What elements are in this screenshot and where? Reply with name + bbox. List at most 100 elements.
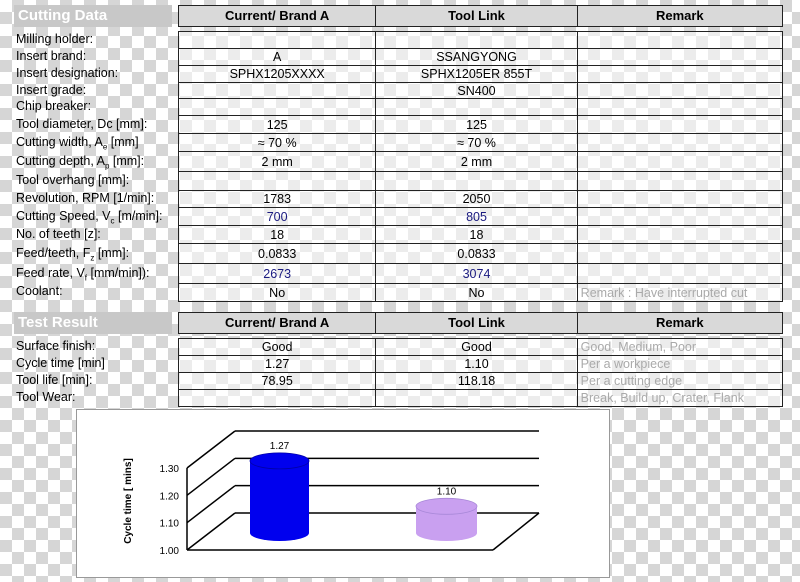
test-header: Current/ Brand A Tool Link Remark bbox=[178, 312, 783, 334]
table-row: 700 805 bbox=[179, 208, 782, 226]
tool-link-value-cell: SN400 bbox=[376, 83, 578, 98]
current-value-cell bbox=[179, 390, 377, 406]
y-tick-label: 1.00 bbox=[160, 546, 180, 557]
remark-cell bbox=[578, 32, 782, 48]
remark-cell bbox=[578, 172, 782, 190]
current-value-cell: 700 bbox=[179, 208, 377, 225]
table-row: ≈ 70 % ≈ 70 % bbox=[179, 134, 782, 152]
tool-link-value-cell: 805 bbox=[376, 208, 578, 225]
row-label: Tool Wear: bbox=[16, 390, 76, 404]
row-label: Insert designation: bbox=[16, 66, 118, 80]
tool-link-value-cell: No bbox=[376, 284, 578, 301]
table-row: Break, Build up, Crater, Flank bbox=[179, 390, 782, 406]
current-value-cell: 18 bbox=[179, 226, 377, 243]
tool-link-value-cell bbox=[376, 390, 578, 406]
col-remark: Remark bbox=[655, 315, 704, 330]
current-value-cell bbox=[179, 99, 377, 115]
table-row: 2 mm 2 mm bbox=[179, 152, 782, 172]
current-value-cell: 0.0833 bbox=[179, 244, 377, 263]
current-value-cell: 2 mm bbox=[179, 152, 377, 171]
row-label: Tool life [min]: bbox=[16, 373, 92, 387]
table-row: Good Good Good, Medium, Poor bbox=[179, 339, 782, 356]
table-row: 125 125 bbox=[179, 116, 782, 134]
table-row bbox=[179, 172, 782, 191]
remark-cell bbox=[578, 83, 782, 98]
table-row: No No Remark : Have interrupted cut bbox=[179, 284, 782, 301]
row-label: Revolution, RPM [1/min]: bbox=[16, 191, 154, 205]
remark-cell bbox=[578, 244, 782, 263]
table-row: A SSANGYONG bbox=[179, 49, 782, 66]
label-text: Feed rate, V bbox=[16, 265, 85, 280]
label-text: Tool Wear: bbox=[16, 389, 76, 404]
current-value-cell: No bbox=[179, 284, 377, 301]
tool-link-value-cell: SSANGYONG bbox=[376, 49, 578, 65]
data-label: 1.10 bbox=[437, 486, 457, 497]
row-label: Tool diameter, Dc [mm]: bbox=[16, 117, 147, 131]
row-label: Feed/teeth, Fz [mm]: bbox=[16, 246, 129, 263]
tool-link-value-cell bbox=[376, 172, 578, 190]
tool-link-value-cell bbox=[376, 99, 578, 115]
tool-link-value-cell: 3074 bbox=[376, 264, 578, 283]
row-label: Cutting depth, Ap [mm]: bbox=[16, 154, 144, 171]
label-text: Feed/teeth, F bbox=[16, 245, 91, 260]
remark-cell: Break, Build up, Crater, Flank bbox=[580, 391, 744, 405]
current-value-cell: SPHX1205XXXX bbox=[179, 66, 377, 82]
bar-top bbox=[249, 452, 310, 470]
label-text: Cutting Speed, V bbox=[16, 208, 111, 223]
row-label: Cycle time [min] bbox=[16, 356, 105, 370]
label-text: Surface finish: bbox=[16, 339, 96, 353]
label-text: Insert brand: bbox=[16, 49, 87, 63]
col-tool-link: Tool Link bbox=[376, 6, 578, 26]
table-row: 1.27 1.10 Per a workpiece bbox=[179, 356, 782, 373]
tool-link-value-cell: SPHX1205ER 855T bbox=[376, 66, 578, 82]
label-text: Cutting width, A bbox=[16, 134, 103, 149]
tool-link-value-cell: 118.18 bbox=[376, 373, 578, 389]
col-current: Current/ Brand A bbox=[179, 313, 377, 333]
remark-cell: Good, Medium, Poor bbox=[580, 340, 697, 354]
remark-cell bbox=[578, 226, 782, 243]
current-value-cell: A bbox=[179, 49, 377, 65]
data-label: 1.27 bbox=[270, 441, 290, 452]
cutting-table: A SSANGYONG SPHX1205XXXX SPHX1205ER 855T SN4… bbox=[178, 31, 783, 302]
bar-cylinder bbox=[250, 460, 309, 541]
remark-cell bbox=[578, 116, 782, 133]
y-axis-label: Cycle time [ mins] bbox=[123, 458, 134, 544]
tool-link-value-cell: Good bbox=[376, 339, 578, 355]
col-tool-link: Tool Link bbox=[376, 313, 578, 333]
label-text: Insert designation: bbox=[16, 66, 119, 80]
remark-cell bbox=[578, 134, 782, 151]
row-label: No. of teeth [z]: bbox=[16, 227, 101, 241]
table-row bbox=[179, 32, 782, 49]
table-row: 0.0833 0.0833 bbox=[179, 244, 782, 264]
row-label: Insert grade: bbox=[16, 83, 86, 97]
label-text: Milling holder: bbox=[16, 32, 94, 46]
remark-cell bbox=[578, 191, 782, 207]
current-value-cell: Good bbox=[179, 339, 377, 355]
y-tick-label: 1.10 bbox=[160, 519, 180, 530]
row-label: Cutting width, Ae [mm] bbox=[16, 135, 139, 152]
label-text: Cutting depth, A bbox=[16, 153, 105, 168]
table-row: 18 18 bbox=[179, 226, 782, 244]
gridline-side bbox=[186, 457, 236, 496]
cycle-time-chart: 1.00 1.10 1.20 1.30 Cycle time [ mins] 1.27 1.… bbox=[76, 409, 610, 578]
current-value-cell bbox=[179, 172, 377, 190]
label-unit: [mm]: bbox=[94, 245, 130, 260]
col-current: Current/ Brand A bbox=[179, 6, 377, 26]
tool-link-value-cell: 1.10 bbox=[376, 356, 578, 372]
remark-cell bbox=[578, 152, 782, 171]
label-text: Chip breaker: bbox=[16, 99, 92, 113]
label-text: Insert grade: bbox=[16, 82, 87, 97]
test-table: Good Good Good, Medium, Poor 1.27 1.10 Per a … bbox=[178, 338, 783, 407]
label-text: Tool life [min]: bbox=[16, 373, 93, 387]
gridline-side bbox=[186, 430, 236, 469]
label-text: No. of teeth [z]: bbox=[16, 226, 101, 241]
row-label: Milling holder: bbox=[16, 32, 93, 46]
table-row: 2673 3074 bbox=[179, 264, 782, 284]
col-remark: Remark bbox=[655, 8, 704, 23]
label-unit: [mm] bbox=[107, 134, 139, 149]
tool-link-value-cell: 18 bbox=[376, 226, 578, 243]
current-value-cell bbox=[179, 83, 377, 98]
floor-right bbox=[492, 512, 540, 551]
remark-cell: Per a workpiece bbox=[580, 357, 671, 371]
chart-svg: 1.00 1.10 1.20 1.30 Cycle time [ mins] 1.27 1.… bbox=[123, 430, 540, 557]
